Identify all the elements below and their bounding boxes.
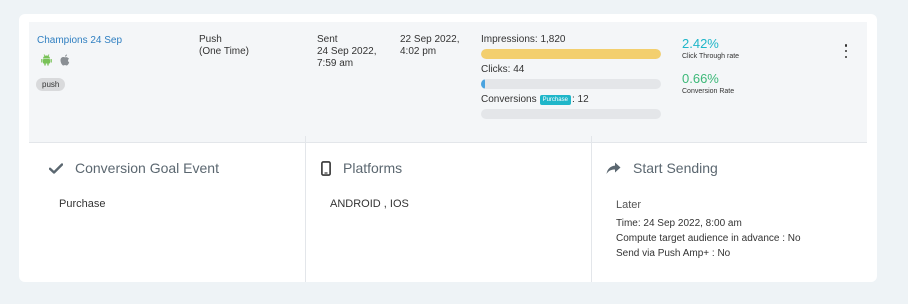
platforms-value: ANDROID , IOS <box>330 198 409 210</box>
checkmark-icon <box>49 162 63 174</box>
start-sending-title: Start Sending <box>633 160 718 176</box>
conversion-goal-panel: Conversion Goal Event Purchase <box>19 136 305 282</box>
delivery-stats: Impressions: 1,820 Clicks: 44 Conversion… <box>481 34 663 124</box>
platform-icons <box>41 54 70 66</box>
conversion-rate-block: 0.66% Conversion Rate <box>682 71 735 96</box>
ctr-block: 2.42% Click Through rate <box>682 36 740 61</box>
conversion-rate-label: Conversion Rate <box>682 88 735 95</box>
sent-status-label: Sent <box>317 34 338 45</box>
impressions-bar <box>481 49 661 59</box>
mobile-phone-icon <box>321 160 331 176</box>
clicks-bar <box>481 79 661 89</box>
campaign-name-link[interactable]: Champions 24 Sep <box>37 35 122 46</box>
sent-status: Sent 24 Sep 2022, 7:59 am <box>317 34 377 70</box>
more-options-icon[interactable] <box>843 44 849 58</box>
conversion-goal-header: Conversion Goal Event <box>49 160 219 176</box>
created-date-time: 4:02 pm <box>400 46 437 57</box>
schedule-time: Time: 24 Sep 2022, 8:00 am <box>616 218 742 229</box>
android-icon <box>41 54 52 66</box>
impressions-bar-fill <box>481 49 661 59</box>
start-sending-panel: Start Sending Later Time: 24 Sep 2022, 8… <box>591 136 877 282</box>
push-amp-setting: Send via Push Amp+ : No <box>616 248 731 259</box>
campaign-summary-row: Champions 24 Sep push Push (One Time) Se… <box>29 22 867 143</box>
campaign-type: Push (One Time) <box>199 34 249 58</box>
created-date-day: 22 Sep 2022, <box>400 34 460 45</box>
sent-date: 24 Sep 2022, <box>317 46 377 57</box>
schedule-type: Later <box>616 199 642 211</box>
conversions-label: Conversions Purchase : 12 <box>481 94 663 106</box>
conversion-event-tag: Purchase <box>539 95 571 105</box>
start-sending-details: Later Time: 24 Sep 2022, 8:00 am Compute… <box>616 198 801 261</box>
clicks-bar-fill <box>481 79 486 89</box>
campaign-details: Conversion Goal Event Purchase Platforms… <box>19 136 877 282</box>
conversion-rate-value: 0.66% <box>682 71 719 86</box>
start-sending-header: Start Sending <box>606 160 718 176</box>
campaign-type-label: Push <box>199 34 222 45</box>
conversion-goal-title: Conversion Goal Event <box>75 160 219 176</box>
conversions-count: : 12 <box>571 94 589 105</box>
channel-badge: push <box>36 78 66 91</box>
created-date: 22 Sep 2022, 4:02 pm <box>400 34 460 58</box>
share-arrow-icon <box>606 162 621 174</box>
ctr-value: 2.42% <box>682 36 719 51</box>
impressions-label: Impressions: 1,820 <box>481 34 566 45</box>
apple-icon <box>60 54 70 66</box>
platforms-title: Platforms <box>343 160 403 176</box>
conversions-prefix: Conversions <box>481 94 537 105</box>
platforms-header: Platforms <box>321 160 402 176</box>
sent-time: 7:59 am <box>317 58 354 69</box>
conversions-bar <box>481 109 661 119</box>
conversion-goal-value: Purchase <box>59 198 106 210</box>
compute-audience-setting: Compute target audience in advance : No <box>616 233 801 244</box>
campaign-type-frequency: (One Time) <box>199 46 250 57</box>
clicks-label: Clicks: 44 <box>481 64 525 75</box>
campaign-card: Champions 24 Sep push Push (One Time) Se… <box>19 14 877 282</box>
platforms-panel: Platforms ANDROID , IOS <box>305 136 591 282</box>
ctr-label: Click Through rate <box>682 53 740 60</box>
